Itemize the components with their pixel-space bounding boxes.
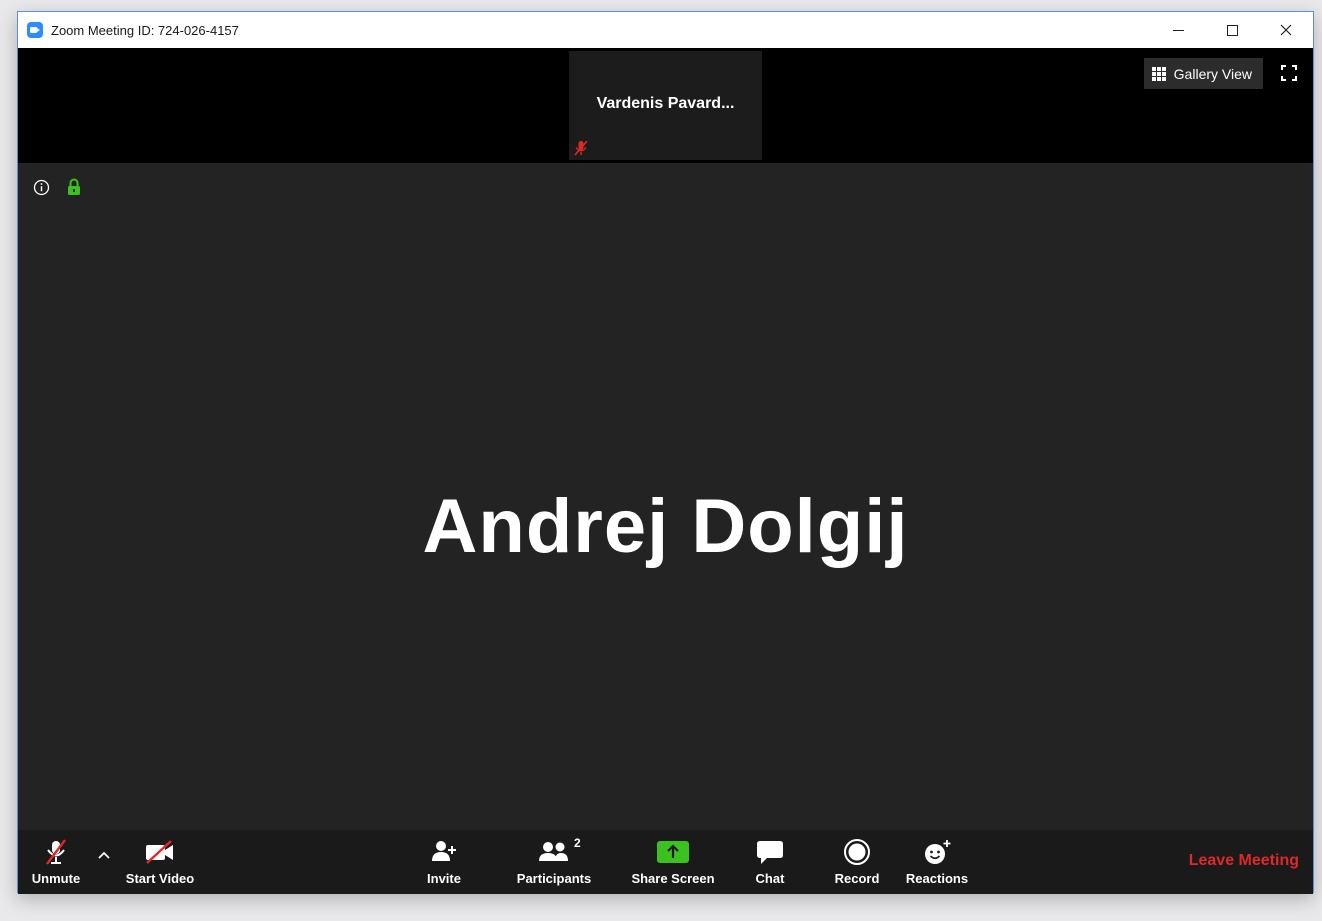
reactions-button[interactable]: Reactions [904, 830, 970, 894]
window-title: Zoom Meeting ID: 724-026-4157 [51, 22, 239, 38]
close-button[interactable] [1259, 12, 1313, 48]
fullscreen-icon[interactable] [1280, 64, 1298, 82]
title-bar: Zoom Meeting ID: 724-026-4157 [18, 12, 1313, 48]
invite-label: Invite [427, 871, 461, 886]
lock-icon[interactable] [67, 178, 81, 196]
participants-icon [539, 842, 568, 861]
start-video-label: Start Video [125, 871, 195, 886]
window-controls [1151, 12, 1313, 48]
chevron-up-icon[interactable] [96, 848, 112, 864]
participant-thumbnail[interactable]: Vardenis Pavard... [569, 51, 762, 160]
video-off-icon [146, 840, 173, 864]
zoom-logo-icon [27, 22, 43, 38]
leave-meeting-button[interactable]: Leave Meeting [1189, 852, 1299, 870]
gallery-view-button[interactable]: Gallery View [1143, 58, 1263, 89]
add-person-icon [432, 841, 456, 861]
share-screen-label: Share Screen [631, 871, 715, 886]
video-strip: Vardenis Pavard... Gallery View [18, 48, 1313, 163]
participants-label: Participants [516, 871, 592, 886]
reactions-icon [925, 840, 951, 864]
active-speaker-area: Andrej Dolgij [18, 163, 1313, 830]
mic-muted-icon [574, 140, 588, 156]
share-screen-button[interactable]: Share Screen [631, 830, 715, 894]
reactions-label: Reactions [905, 871, 969, 886]
thumbnail-name: Vardenis Pavard... [596, 95, 735, 112]
active-speaker-name: Andrej Dolgij [422, 484, 909, 569]
unmute-label: Unmute [31, 871, 81, 886]
minimize-icon [1172, 29, 1184, 31]
share-arrow-icon [657, 841, 689, 863]
record-label: Record [834, 871, 880, 886]
zoom-window: Zoom Meeting ID: 724-026-4157 Vardenis P… [17, 11, 1314, 894]
chat-icon [757, 841, 783, 864]
unmute-button[interactable]: Unmute [28, 830, 84, 894]
invite-button[interactable]: Invite [420, 830, 468, 894]
gallery-view-label: Gallery View [1173, 65, 1252, 82]
maximize-button[interactable] [1205, 12, 1259, 48]
participants-button[interactable]: Participants [514, 830, 594, 894]
close-icon [1280, 24, 1292, 36]
record-button[interactable]: Record [832, 830, 882, 894]
participants-count: 2 [574, 836, 581, 850]
meeting-toolbar: Unmute Start Video Invite Participants 2… [18, 830, 1313, 894]
maximize-icon [1226, 24, 1238, 36]
grid-icon [1151, 66, 1166, 81]
chat-label: Chat [755, 871, 785, 886]
info-icon[interactable] [33, 179, 50, 196]
mic-muted-icon [46, 839, 66, 865]
start-video-button[interactable]: Start Video [121, 830, 199, 894]
chat-button[interactable]: Chat [751, 830, 789, 894]
record-icon [844, 839, 870, 865]
minimize-button[interactable] [1151, 12, 1205, 48]
